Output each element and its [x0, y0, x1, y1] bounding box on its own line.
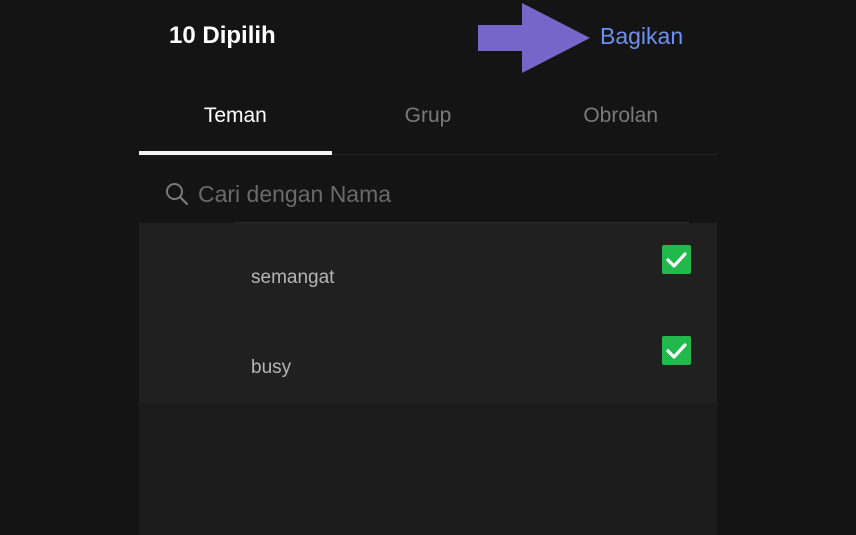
share-button[interactable]: Bagikan: [600, 20, 683, 52]
tab-friends[interactable]: Teman: [139, 96, 332, 155]
friend-name: semangat: [251, 267, 335, 288]
friend-name: busy: [251, 357, 292, 378]
tab-chats[interactable]: Obrolan: [524, 96, 717, 154]
tab-groups[interactable]: Grup: [332, 96, 525, 154]
selected-count-title: 10 Dipilih: [169, 22, 276, 49]
search-input[interactable]: [198, 180, 658, 208]
check-icon: [666, 343, 687, 359]
arrow-right-icon: [478, 3, 590, 73]
list-item[interactable]: semangat: [139, 223, 717, 313]
search-icon: [166, 183, 189, 206]
friend-list: semangat busy: [139, 223, 717, 535]
checkbox-checked[interactable]: [662, 245, 691, 274]
check-icon: [666, 252, 687, 268]
checkbox-checked[interactable]: [662, 336, 691, 365]
tab-bar: Teman Grup Obrolan: [139, 96, 717, 155]
search-bar: [164, 176, 684, 212]
list-item[interactable]: busy: [139, 313, 717, 403]
